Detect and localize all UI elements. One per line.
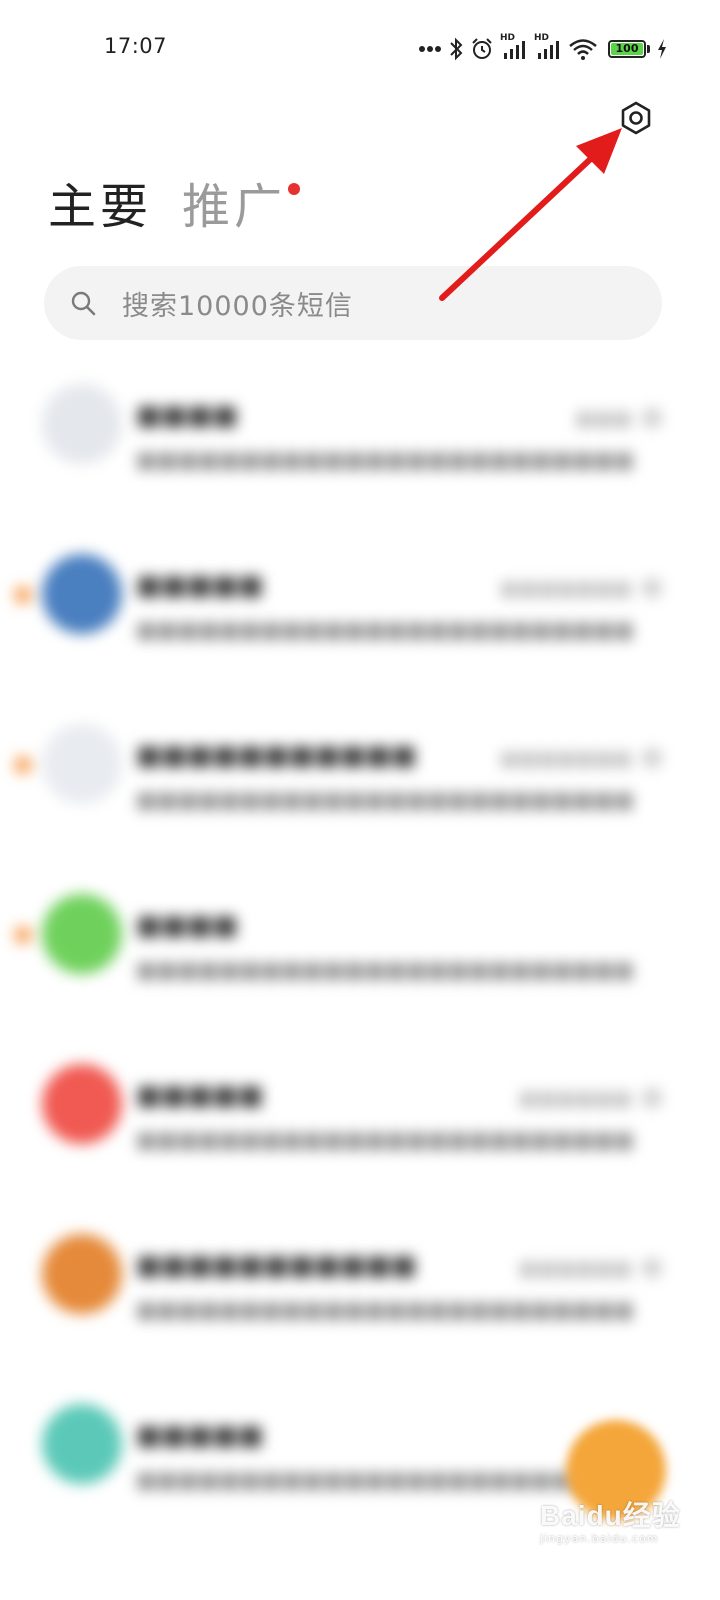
tab-promotions[interactable]: 推广 xyxy=(182,175,301,239)
status-icons: HD HD 100 xyxy=(418,33,668,64)
tab-bar: 主要 推广 xyxy=(48,172,301,242)
bluetooth-icon xyxy=(450,37,463,61)
hd-signal-icon-2: HD xyxy=(534,33,562,61)
avatar xyxy=(42,384,122,464)
conversation-item[interactable]: ■■■■■■■■■■■ ■■■■■■■ ■■■■■■■■■■■■■■■■■■■■… xyxy=(0,720,720,890)
watermark-logo: Baidu经验 jingyan.baidu.com xyxy=(540,1494,710,1554)
conversation-list: ■■■■ ■■■ ■■■■■■■■■■■■■■■■■■■■■■■■ ■■■■■ ■■… xyxy=(0,380,720,1570)
conversation-title: ■■■■■ xyxy=(136,1420,264,1451)
conversation-time: ■■■ xyxy=(575,406,632,430)
more-dots-icon xyxy=(419,46,441,52)
avatar xyxy=(42,724,122,804)
battery-text: 100 xyxy=(615,42,639,55)
chevron-icon xyxy=(642,1088,662,1108)
hd-signal-icon: HD xyxy=(500,33,528,61)
battery-icon: 100 xyxy=(608,40,646,58)
settings-hex-icon xyxy=(621,101,651,135)
unread-dot xyxy=(14,926,32,944)
conversation-title: ■■■■ xyxy=(136,910,239,941)
chevron-icon xyxy=(642,748,662,768)
conversation-item[interactable]: ■■■■■ ■■■■■■■ ■■■■■■■■■■■■■■■■■■■■■■■■■■… xyxy=(0,550,720,720)
search-input[interactable]: 搜索10000条短信 xyxy=(44,266,662,340)
tab-main[interactable]: 主要 xyxy=(48,175,152,239)
settings-button[interactable] xyxy=(612,94,660,142)
new-indicator-dot xyxy=(288,183,301,195)
conversation-preview: ■■■■■■■■■■■■■■■■■■■■■■■■■■■■■■■■■■■■■■■■… xyxy=(136,618,632,643)
chevron-icon xyxy=(642,578,662,598)
avatar xyxy=(42,1064,122,1144)
search-placeholder: 搜索10000条短信 xyxy=(122,290,353,322)
conversation-time: ■■■■■■ xyxy=(518,1086,632,1110)
conversation-title: ■■■■■■■■■■■ xyxy=(136,1250,417,1281)
conversation-preview: ■■■■■■■■■■■■■■■■■■■■■■■■■■■■■■■■■■■■■■■■… xyxy=(136,1298,632,1323)
wifi-icon xyxy=(569,39,597,60)
conversation-title: ■■■■■ xyxy=(136,570,264,601)
conversation-item[interactable]: ■■■■■■■■■■■ ■■■■■■ ■■■■■■■■■■■■■■■■■■■■■… xyxy=(0,1230,720,1400)
unread-dot xyxy=(14,756,32,774)
unread-dot xyxy=(14,586,32,604)
watermark-main: Baidu经验 xyxy=(540,1500,681,1531)
conversation-preview: ■■■■■■■■■■■■■■■■■■■■■■■■■■■■■■■■■■■■■■■■… xyxy=(136,1128,632,1153)
status-time: 17:07 xyxy=(104,34,168,58)
chevron-icon xyxy=(642,408,662,428)
avatar xyxy=(42,894,122,974)
conversation-time: ■■■■■■■ xyxy=(499,746,632,770)
watermark-sub: jingyan.baidu.com xyxy=(540,1532,659,1545)
conversation-time: ■■■■■■ xyxy=(518,1256,632,1280)
alarm-icon xyxy=(472,38,492,59)
conversation-title: ■■■■■■■■■■■ xyxy=(136,740,417,771)
conversation-item[interactable]: ■■■■ ■■■ ■■■■■■■■■■■■■■■■■■■■■■■■■■■■■■■… xyxy=(0,380,720,550)
search-icon xyxy=(68,288,98,318)
battery-cap xyxy=(647,45,650,53)
avatar xyxy=(42,554,122,634)
chevron-icon xyxy=(642,1258,662,1278)
tab-promotions-label: 推广 xyxy=(182,179,287,235)
avatar xyxy=(42,1404,122,1484)
conversation-item[interactable]: ■■■■■ ■■■■■■ ■■■■■■■■■■■■■■■■■■■■■■■■■■■… xyxy=(0,1060,720,1230)
messages-screen: 17:07 HD HD 100 主要 推广 搜索10000条短信 ■■■■ ■■… xyxy=(0,0,720,1600)
conversation-title: ■■■■ xyxy=(136,400,239,431)
charging-bolt-icon xyxy=(658,39,666,59)
conversation-title: ■■■■■ xyxy=(136,1080,264,1111)
avatar xyxy=(42,1234,122,1314)
conversation-preview: ■■■■■■■■■■■■■■■■■■■■■■■■■■■■■■■■■■■■■■■■… xyxy=(136,448,632,473)
conversation-time: ■■■■■■■ xyxy=(499,576,632,600)
status-bar: 17:07 HD HD 100 xyxy=(0,0,720,96)
conversation-preview: ■■■■■■■■■■■■■■■■■■■■■■■■■■■■■■■■■■■■■■■■… xyxy=(136,788,632,813)
conversation-item[interactable]: ■■■■ ■■■■■■■■■■■■■■■■■■■■■■■■■■■■■■■■■■■… xyxy=(0,890,720,1060)
conversation-preview: ■■■■■■■■■■■■■■■■■■■■■■■■■■■■■■■■■■■■■■■■… xyxy=(136,958,632,983)
